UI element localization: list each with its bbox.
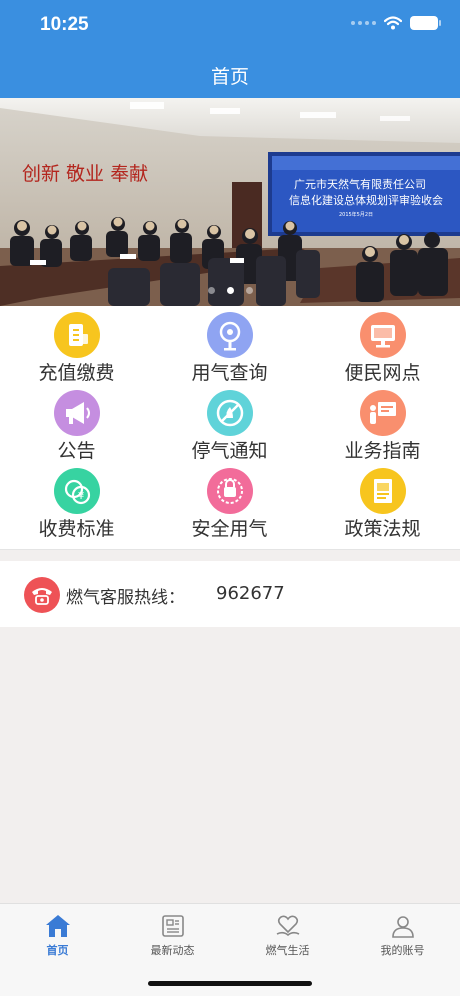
grid-item-label: 收费标准	[38, 518, 115, 540]
banner-photo: 广元市天然气有限责任公司 信息化建设总体规划评审验收会 2015年5月2日 创新…	[0, 98, 460, 306]
signal-icon	[351, 21, 376, 25]
tab-my-account[interactable]: 我的账号	[345, 910, 460, 970]
hotline-label: 燃气客服热线：	[66, 588, 185, 608]
search-gas-icon	[206, 312, 253, 358]
wallet-icon	[53, 312, 100, 358]
carousel-dot-active[interactable]	[226, 287, 234, 294]
service-grid: 充值缴费 用气查询 便民网点 公告 停气通知 业务指南 ¥ 收费标准 安全用气 …	[0, 306, 460, 550]
user-icon	[391, 916, 414, 938]
grid-item-label: 停气通知	[191, 440, 268, 462]
grid-item-label: 充值缴费	[38, 362, 115, 384]
grid-item-label: 业务指南	[344, 440, 421, 462]
wall-slogan: 创新 敬业 奉献	[22, 163, 148, 185]
guide-board-icon	[359, 390, 406, 436]
telephone-icon	[24, 577, 60, 613]
carousel-dot[interactable]	[245, 287, 253, 294]
page-title: 首页	[210, 66, 249, 88]
news-icon	[161, 915, 184, 937]
monitor-icon	[359, 312, 406, 358]
grid-item-fee-standard[interactable]: ¥ 收费标准	[0, 464, 153, 542]
banner-carousel[interactable]: 广元市天然气有限责任公司 信息化建设总体规划评审验收会 2015年5月2日 创新…	[0, 98, 460, 306]
heart-hand-icon	[276, 915, 299, 937]
grid-item-recharge[interactable]: 充值缴费	[0, 308, 153, 386]
grid-item-label: 用气查询	[191, 362, 268, 384]
status-time: 10:25	[40, 14, 89, 35]
carousel-dot[interactable]	[207, 287, 215, 294]
grid-item-gas-query[interactable]: 用气查询	[153, 308, 306, 386]
document-icon	[359, 468, 406, 514]
screen-line2: 信息化建设总体规划评审验收会	[289, 193, 443, 207]
no-gas-icon	[206, 390, 253, 436]
tab-label: 燃气生活	[265, 944, 310, 957]
home-indicator[interactable]	[148, 981, 312, 986]
screen-date: 2015年5月2日	[339, 211, 373, 218]
megaphone-icon	[53, 390, 100, 436]
grid-item-label: 公告	[57, 440, 96, 462]
home-icon	[45, 915, 70, 937]
battery-icon	[410, 16, 441, 30]
grid-item-gas-safety[interactable]: 安全用气	[153, 464, 306, 542]
carousel-dots[interactable]	[0, 287, 460, 294]
grid-item-announcement[interactable]: 公告	[0, 386, 153, 464]
screen-line1: 广元市天然气有限责任公司	[294, 177, 426, 191]
grid-item-business-guide[interactable]: 业务指南	[306, 386, 459, 464]
hotline-number[interactable]: 962677	[216, 583, 285, 604]
top-bar: 10:25 首页	[0, 0, 460, 98]
tab-label: 我的账号	[380, 944, 425, 957]
tab-news[interactable]: 最新动态	[115, 910, 230, 970]
status-icons	[351, 16, 441, 30]
grid-item-service-points[interactable]: 便民网点	[306, 308, 459, 386]
tab-gas-life[interactable]: 燃气生活	[230, 910, 345, 970]
wifi-icon	[384, 16, 402, 30]
grid-item-policy[interactable]: 政策法规	[306, 464, 459, 542]
coins-icon: ¥	[53, 468, 100, 514]
grid-item-gas-outage[interactable]: 停气通知	[153, 386, 306, 464]
grid-item-label: 政策法规	[344, 518, 421, 540]
svg-text:¥: ¥	[77, 491, 83, 502]
grid-item-label: 安全用气	[191, 518, 268, 540]
safety-icon	[206, 468, 253, 514]
tab-home[interactable]: 首页	[0, 910, 115, 970]
tab-label: 首页	[46, 944, 69, 957]
tab-label: 最新动态	[150, 944, 195, 957]
grid-item-label: 便民网点	[344, 362, 421, 384]
hotline-bar[interactable]: 燃气客服热线： 962677	[0, 561, 460, 627]
